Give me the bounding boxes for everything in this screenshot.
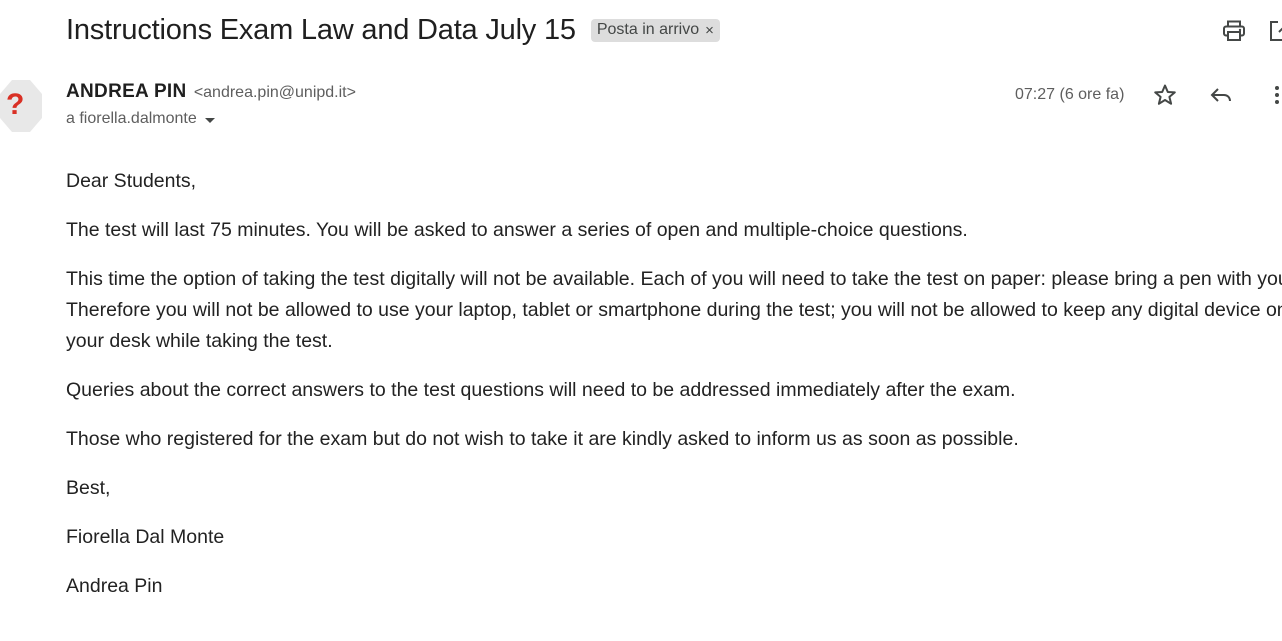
sender-email: <andrea.pin@unipd.it> (193, 84, 356, 101)
print-icon (1223, 20, 1245, 41)
recipients-text: a fiorella.dalmonte (66, 110, 197, 127)
avatar-glyph: ? (6, 88, 25, 121)
email-subject: Instructions Exam Law and Data July 15 (66, 14, 576, 46)
reply-icon (1210, 88, 1232, 102)
sender-name[interactable]: ANDREA PIN (66, 81, 187, 102)
chevron-down-icon[interactable] (204, 117, 215, 123)
star-icon (1154, 84, 1177, 105)
greeting: Dear Students, (66, 170, 197, 192)
more-vert-icon (1275, 86, 1280, 104)
open-in-new-window-icon (1270, 21, 1282, 41)
email-view: Instructions Exam Law and Data July 15 P… (0, 0, 1282, 641)
email-body: Dear Students, The test will last 75 min… (66, 166, 1282, 620)
signature-line-2: Andrea Pin (66, 575, 163, 597)
recipients-row[interactable]: a fiorella.dalmonte (66, 110, 215, 128)
open-new-window-button[interactable] (1267, 18, 1282, 44)
body-paragraph-2: This time the option of taking the test … (66, 268, 1282, 352)
label-chip-text: Posta in arrivo (596, 21, 700, 38)
message-meta: 07:27 (6 ore fa) (1015, 82, 1282, 108)
print-button[interactable] (1221, 18, 1247, 44)
sender-avatar[interactable]: ? (0, 80, 42, 132)
body-paragraph-4: Those who registered for the exam but do… (66, 428, 1019, 450)
inbox-label-chip[interactable]: Posta in arrivo × (590, 19, 720, 42)
more-options-button[interactable] (1264, 82, 1282, 108)
closing: Best, (66, 477, 111, 499)
sender-row: ANDREA PIN <andrea.pin@unipd.it> (66, 81, 356, 103)
reply-button[interactable] (1208, 82, 1234, 108)
signature-line-1: Fiorella Dal Monte (66, 526, 225, 548)
remove-label-button[interactable]: × (705, 22, 714, 39)
body-paragraph-1: The test will last 75 minutes. You will … (66, 219, 968, 241)
star-button[interactable] (1152, 82, 1178, 108)
timestamp: 07:27 (6 ore fa) (1015, 86, 1125, 103)
subject-row: Instructions Exam Law and Data July 15 P… (66, 14, 720, 47)
body-paragraph-3: Queries about the correct answers to the… (66, 379, 1016, 401)
subject-actions (1221, 18, 1282, 44)
